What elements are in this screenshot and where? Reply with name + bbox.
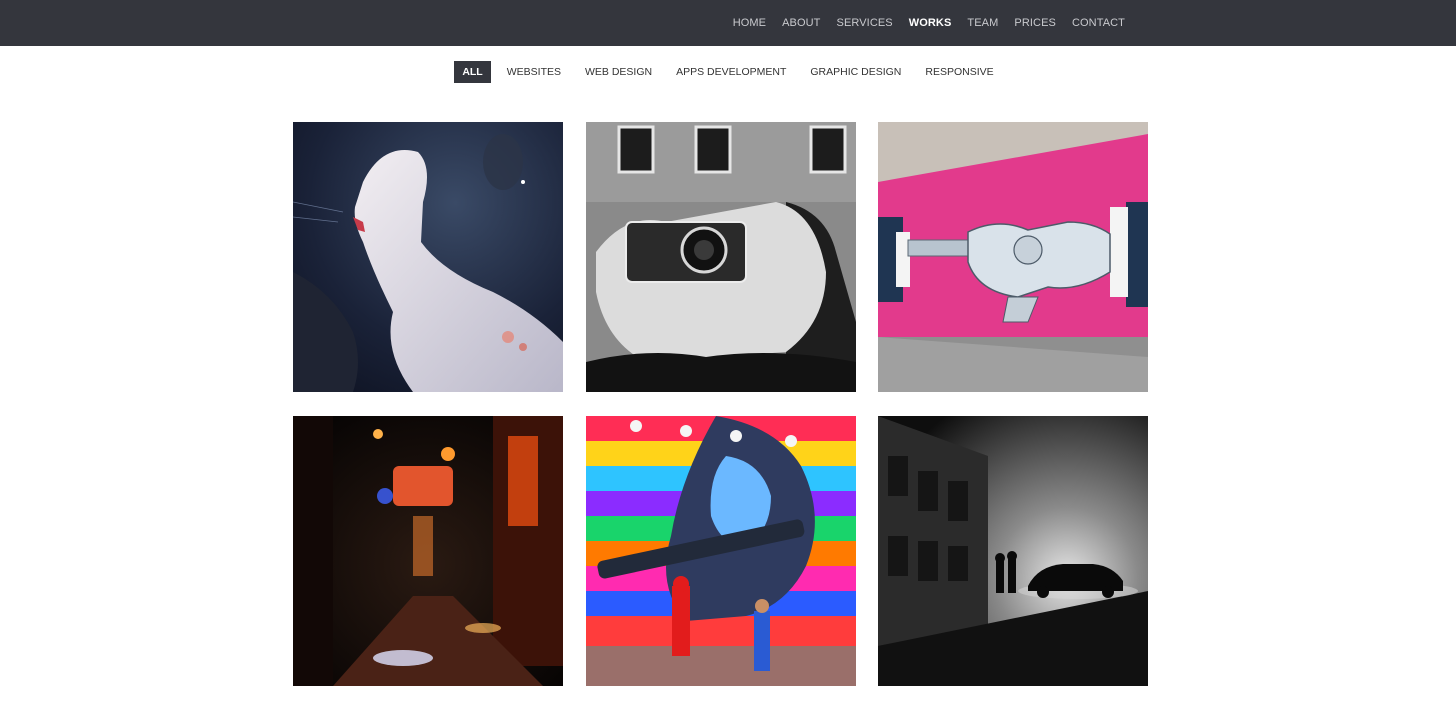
portfolio-item-1[interactable]	[293, 122, 563, 392]
portfolio-item-2[interactable]	[586, 122, 856, 392]
handshake-gun-mural-image	[878, 122, 1148, 392]
portfolio-filter-bar: ALL WEBSITES WEB DESIGN APPS DEVELOPMENT…	[0, 61, 1456, 83]
portfolio-item-3[interactable]	[878, 122, 1148, 392]
nav-home[interactable]: HOME	[725, 0, 774, 46]
nav-prices[interactable]: PRICES	[1006, 0, 1064, 46]
portfolio-item-4[interactable]	[293, 416, 563, 686]
filter-web-design[interactable]: WEB DESIGN	[577, 61, 660, 83]
top-navigation-bar: HOME ABOUT SERVICES WORKS TEAM PRICES CO…	[0, 0, 1456, 46]
colorful-soldier-mural-image	[586, 416, 856, 686]
surreal-portrait-image	[293, 122, 563, 392]
filter-responsive[interactable]: RESPONSIVE	[917, 61, 1001, 83]
foggy-street-car-image	[878, 416, 1148, 686]
portfolio-item-5[interactable]	[586, 416, 856, 686]
main-nav: HOME ABOUT SERVICES WORKS TEAM PRICES CO…	[725, 0, 1133, 46]
filter-all[interactable]: ALL	[454, 61, 491, 83]
nav-about[interactable]: ABOUT	[774, 0, 828, 46]
nav-works[interactable]: WORKS	[901, 0, 960, 46]
filter-graphic-design[interactable]: GRAPHIC DESIGN	[802, 61, 909, 83]
nav-contact[interactable]: CONTACT	[1064, 0, 1133, 46]
nav-services[interactable]: SERVICES	[829, 0, 901, 46]
filter-apps-development[interactable]: APPS DEVELOPMENT	[668, 61, 794, 83]
portfolio-item-6[interactable]	[878, 416, 1148, 686]
night-alley-image	[293, 416, 563, 686]
camera-mural-image	[586, 122, 856, 392]
nav-team[interactable]: TEAM	[959, 0, 1006, 46]
filter-websites[interactable]: WEBSITES	[499, 61, 569, 83]
portfolio-grid	[293, 122, 1148, 686]
